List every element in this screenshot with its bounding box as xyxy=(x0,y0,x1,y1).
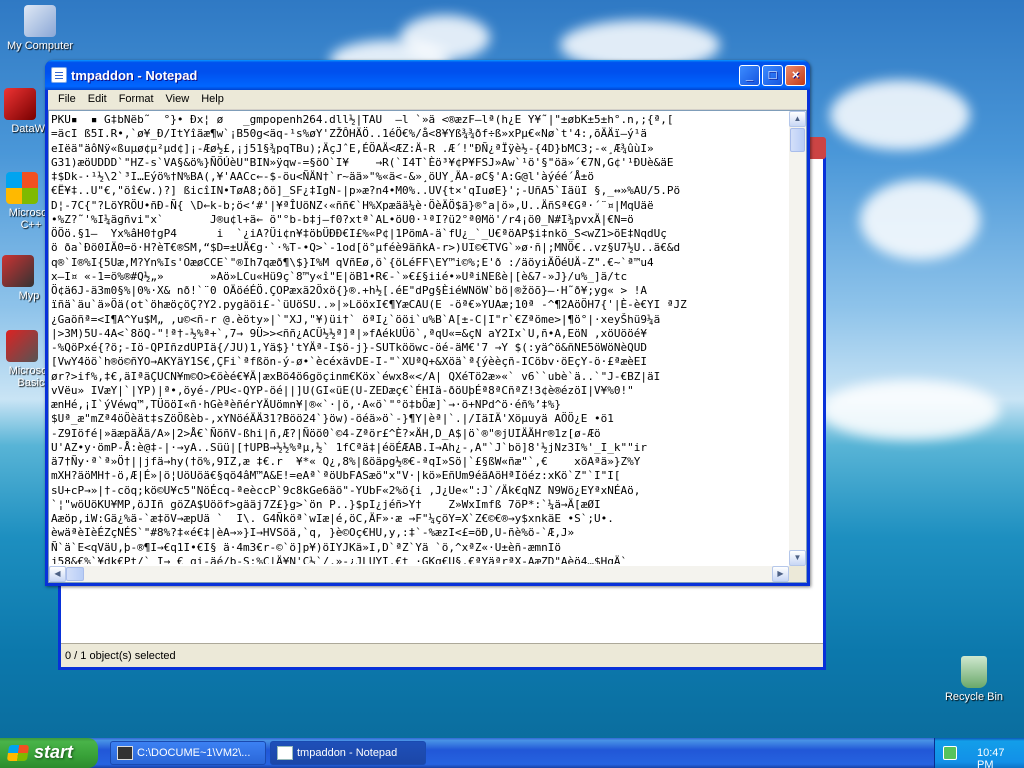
editor-line: ‡$Dk-·¹½\2`³I…Eýö%†N%BA(,¥'AACc←-$-öu<ÑÄ… xyxy=(51,170,595,183)
recycle-bin-icon xyxy=(961,656,987,688)
scroll-right-icon[interactable]: ▶ xyxy=(772,566,789,582)
editor-line: ä7†Ñy·ª`ª»Ö†||jfä→hy(†ö%,9IZ,æ ‡€.r ¥*« … xyxy=(51,455,641,468)
start-button[interactable]: start xyxy=(0,738,98,768)
vertical-scrollbar[interactable]: ▲ ▼ xyxy=(789,111,806,566)
editor-line: G31)æöUDDD`"HZ-s`VA§&ö%}ÑÖÚèU"BIN»ÿqw-=§… xyxy=(51,155,674,169)
editor-line: •%Z?˜'%I¼ägñvi"x` J®u¢l+ä← ö"°b-b‡j—f0?x… xyxy=(51,212,634,226)
editor-line: =äcI ß5I.R•,`ø¥_Ð/ItYîäæ¶w`¡B50g<äq-¹s%ø… xyxy=(51,127,648,141)
editor-line: Ñ`ä`E<qVäU,þ-®¶I→€q1I•€I§ ä·4m3€r-©`ö]p¥… xyxy=(51,540,561,554)
editor-line: Ö¢ä6J-ä3m0§%|0%·X& nð!`¨0 OÄöéÉÖ.ÇOPæxä2… xyxy=(51,284,648,297)
editor-line: -Z9Iöfé|»äæpäÄä/A»|2>Å€`ÑöñV-ßhi|ñ,Æ?|Ñö… xyxy=(51,426,601,440)
editor-line: sU+cP→»|†-cöq;kö©U¥c5"NöÉcq-ªeèccP`9c8kG… xyxy=(51,483,641,497)
editor-line: D¦-7C{"?LöYRÖU•ñÐ-Ñ{ \D←k-b;ö<‘#'|¥ªÎUöN… xyxy=(51,198,654,212)
app-icon xyxy=(2,255,34,287)
editor-line: [VwY4öö`h®ö©ñYO→AKYäY1S€,ÇFi`ªfßön-ý-ø•`… xyxy=(51,355,648,369)
text-editor[interactable]: PKU▪ ▪ G‡bNëb˜ °}• Ðx¦ ø _gmpopenh264.dl… xyxy=(48,110,807,583)
editor-line: ør?>if%,‡€,äIªäÇUCN¥m©O>€öèé€¥Ä|æxBö4ö6g… xyxy=(51,369,661,383)
editor-line: PKU▪ ▪ G‡bNëb˜ °}• Ðx¦ ø _gmpopenh264.dl… xyxy=(51,113,674,126)
editor-text[interactable]: PKU▪ ▪ G‡bNëb˜ °}• Ðx¦ ø _gmpopenh264.dl… xyxy=(51,113,786,564)
windows-logo-icon xyxy=(6,745,30,761)
editor-line: mXH?äöMH†-ö,Æ|É»|ö¦UöUöä€§qö4âM™A&E!=eAª… xyxy=(51,469,621,483)
editor-line: èwäªèIèÉZçNÉS`"#8%?‡«é€‡|èA→»}I→HVSöä,`q… xyxy=(51,526,575,540)
scroll-left-icon[interactable]: ◀ xyxy=(49,566,66,582)
system-tray: 10:47 PM xyxy=(934,738,1024,768)
maximize-button[interactable]: □ xyxy=(762,65,783,86)
desktop-icon-recycle-bin[interactable]: Recycle Bin xyxy=(934,656,1014,703)
menu-view[interactable]: View xyxy=(160,92,196,107)
editor-line: |>3M)5U-4A<`8öQ-"!ª†-½%ª+`,7→ 9Ü>><ññ¿AC… xyxy=(51,326,648,340)
scrollbar-corner xyxy=(789,566,806,582)
editor-line: ænHé,¡I`ýVéwq™,TÜööI«ñ·hGèªèñérYÄUömn¥|®… xyxy=(51,398,561,411)
window-title: tmpaddon - Notepad xyxy=(71,68,198,83)
editor-line: `¦"wöUöKU¥MP,öJIñ göZA$Uööf>gääj7Z£}g>`ö… xyxy=(51,497,601,511)
scroll-down-icon[interactable]: ▼ xyxy=(789,550,806,566)
scroll-thumb[interactable] xyxy=(66,567,84,581)
status-text: 0 / 1 object(s) selected xyxy=(65,650,176,662)
editor-line: €Ë¥‡..U"€,"öî€w.)?] ßicîIN•TøA8;ðö]_SF¿‡… xyxy=(51,184,681,198)
taskbar-button-label: C:\DOCUME~1\VM2\... xyxy=(137,747,251,759)
status-bar: 0 / 1 object(s) selected xyxy=(61,643,823,667)
menu-help[interactable]: Help xyxy=(195,92,230,107)
editor-line: Aæöp,iW:Gä¿%ä-`æ‡öV→æpUä ` I\. G4Ñköª`wI… xyxy=(51,512,614,525)
editor-line: eIëä"äôNÿ«ßuµø¢µ²µd¢]¡-Æø½£,¡j51§¾pqTBu)… xyxy=(51,141,654,155)
taskbar-button-notepad[interactable]: tmpaddon - Notepad xyxy=(270,741,426,765)
editor-line: ÖÖö.§1— Yx%âH0†gP4 i `¿iA?Üi¢n¥‡öbÜÐÐ€I£… xyxy=(51,227,667,240)
computer-icon xyxy=(24,5,56,37)
notepad-window[interactable]: tmpaddon - Notepad _ □ × File Edit Forma… xyxy=(45,60,810,586)
start-label: start xyxy=(34,742,74,762)
minimize-button[interactable]: _ xyxy=(739,65,760,86)
desktop-icon-my-computer[interactable]: My Computer xyxy=(0,5,80,52)
scroll-thumb[interactable] xyxy=(790,128,805,152)
menu-format[interactable]: Format xyxy=(113,92,160,107)
editor-line: -%QöPxé{?ö;-Iö-QPIñzdUPIä{/JU)1,Yä$}'tYÄ… xyxy=(51,341,648,354)
folder-icon xyxy=(117,746,133,760)
menu-edit[interactable]: Edit xyxy=(82,92,113,107)
notepad-icon xyxy=(277,746,293,760)
menu-bar: File Edit Format View Help xyxy=(48,90,807,110)
desktop-icon-label: Recycle Bin xyxy=(944,691,1004,703)
notepad-icon xyxy=(51,67,67,83)
taskbar-button-label: tmpaddon - Notepad xyxy=(297,747,398,759)
menu-file[interactable]: File xyxy=(52,92,82,107)
close-button[interactable]: × xyxy=(785,65,806,86)
editor-line: ö ða`Ðö0IÄ0=ö·H?èT€®SM,“$D=±UÄ€g·`·%T-•Q… xyxy=(51,241,681,255)
taskbar: start C:\DOCUME~1\VM2\... tmpaddon - Not… xyxy=(0,738,1024,768)
editor-line: x—I¤ «-1=ö%®#Q½„» »Aö»LCu«Hü9ç`8™y«î"E|ö… xyxy=(51,269,628,283)
clock[interactable]: 10:47 PM xyxy=(977,747,1005,768)
app-icon xyxy=(4,88,36,120)
editor-line: ¿Gaöñª=<I¶A^Yu$M„ ,u©<ñ-r @.èöty»|`"XJ,"… xyxy=(51,312,661,326)
editor-line: U'AZ•y·ömP-Å:è@‡-|·→yA..Süü|[†UPB→½½%ªµ,… xyxy=(51,440,648,454)
editor-line: j58&€%`¥dk€Pt/` I→_€ gi-äé/b-S:%Ç|Ä¥N'C½… xyxy=(51,554,628,564)
editor-line: ïñä`äu`ä»Öä(ot`öhæöçöÇ?Y2.pygäöi£-`üUöSU… xyxy=(51,298,687,312)
scroll-up-icon[interactable]: ▲ xyxy=(789,111,806,127)
network-icon[interactable] xyxy=(943,746,957,760)
horizontal-scrollbar[interactable]: ◀ ▶ xyxy=(49,566,789,582)
desktop-icon-label: My Computer xyxy=(6,40,74,52)
editor-line: q®`I®%I{5Uæ‚M?Yn%Is'OæøCCE`"®Ih7qæð¶\$}I… xyxy=(51,255,654,269)
editor-line: vVëu» IVæY|`|YP)|ª•,öyé-/PU<-QYP-öé||]U(… xyxy=(51,383,634,397)
title-bar[interactable]: tmpaddon - Notepad _ □ × xyxy=(45,60,810,90)
app-icon xyxy=(6,172,38,204)
taskbar-button-explorer[interactable]: C:\DOCUME~1\VM2\... xyxy=(110,741,266,765)
app-icon xyxy=(6,330,38,362)
editor-line: $Uª_æ"mZª4öÖèät‡sZöÖßèb-,xYNöéÄÄ31?Böö24… xyxy=(51,412,614,426)
